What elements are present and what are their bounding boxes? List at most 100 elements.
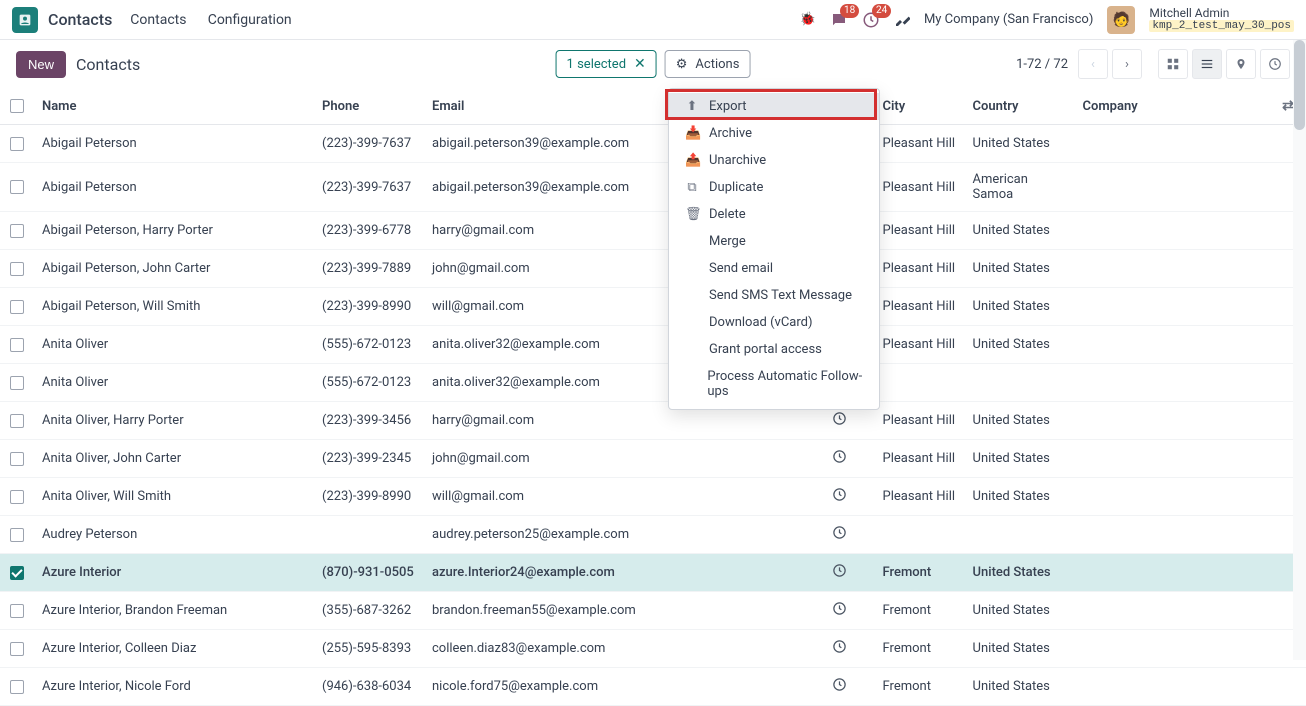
clock-icon[interactable]	[832, 526, 847, 544]
cell-city[interactable]: Pleasant Hill	[875, 478, 965, 516]
table-row[interactable]: Anita Oliver(555)-672-0123anita.oliver32…	[0, 364, 1306, 402]
row-checkbox[interactable]	[10, 137, 24, 151]
cell-name[interactable]: Azure Interior, Nicole Ford	[34, 668, 314, 706]
cell-name[interactable]: Abigail Peterson, Will Smith	[34, 288, 314, 326]
table-row[interactable]: Abigail Peterson(223)-399-7637abigail.pe…	[0, 125, 1306, 163]
table-row[interactable]: Azure Interior, Nicole Ford(946)-638-603…	[0, 668, 1306, 706]
cell-phone[interactable]: (355)-687-3262	[314, 592, 424, 630]
cell-country[interactable]: United States	[965, 402, 1075, 440]
cell-city[interactable]: Pleasant Hill	[875, 440, 965, 478]
table-row[interactable]: Anita Oliver(555)-672-0123anita.oliver32…	[0, 326, 1306, 364]
row-checkbox[interactable]	[10, 414, 24, 428]
table-row[interactable]: Abigail Peterson, Will Smith(223)-399-89…	[0, 288, 1306, 326]
activities-icon[interactable]: 24	[862, 11, 880, 29]
cell-country[interactable]: United States	[965, 478, 1075, 516]
row-checkbox[interactable]	[10, 224, 24, 238]
cell-phone[interactable]: (223)-399-6778	[314, 212, 424, 250]
cell-phone[interactable]: (555)-672-0123	[314, 364, 424, 402]
table-row[interactable]: Abigail Peterson(223)-399-7637abigail.pe…	[0, 163, 1306, 212]
cell-city[interactable]: Pleasant Hill	[875, 125, 965, 163]
cell-phone[interactable]: (223)-399-8990	[314, 288, 424, 326]
cell-city[interactable]	[875, 364, 965, 402]
bug-icon[interactable]: 🐞	[800, 12, 816, 27]
action-duplicate[interactable]: ⧉Duplicate	[669, 174, 879, 201]
cell-phone[interactable]: (555)-672-0123	[314, 326, 424, 364]
action-archive[interactable]: 📥Archive	[669, 120, 879, 147]
cell-phone[interactable]: (946)-638-6034	[314, 668, 424, 706]
clock-icon[interactable]	[832, 412, 847, 430]
clock-icon[interactable]	[832, 602, 847, 620]
cell-company[interactable]	[1075, 440, 1270, 478]
cell-city[interactable]: Pleasant Hill	[875, 163, 965, 212]
tools-icon[interactable]	[894, 12, 910, 28]
cell-company[interactable]	[1075, 288, 1270, 326]
nav-configuration[interactable]: Configuration	[208, 12, 292, 28]
cell-email[interactable]: colleen.diaz83@example.com	[424, 630, 804, 668]
cell-company[interactable]	[1075, 402, 1270, 440]
action-send-email[interactable]: Send email	[669, 255, 879, 282]
app-icon[interactable]	[12, 7, 38, 33]
conversations-icon[interactable]: 18	[830, 11, 848, 29]
table-row[interactable]: Anita Oliver, Harry Porter(223)-399-3456…	[0, 402, 1306, 440]
action-merge[interactable]: Merge	[669, 228, 879, 255]
cell-name[interactable]: Azure Interior, Colleen Diaz	[34, 630, 314, 668]
cell-country[interactable]: United States	[965, 630, 1075, 668]
row-checkbox[interactable]	[10, 566, 24, 580]
cell-company[interactable]	[1075, 364, 1270, 402]
scrollbar-track[interactable]	[1293, 40, 1306, 660]
cell-country[interactable]: United States	[965, 440, 1075, 478]
action-unarchive[interactable]: 📤Unarchive	[669, 147, 879, 174]
cell-company[interactable]	[1075, 478, 1270, 516]
action-send-sms-text-message[interactable]: Send SMS Text Message	[669, 282, 879, 309]
cell-name[interactable]: Abigail Peterson	[34, 125, 314, 163]
cell-country[interactable]	[965, 516, 1075, 554]
cell-phone[interactable]: (255)-595-8393	[314, 630, 424, 668]
row-checkbox[interactable]	[10, 338, 24, 352]
cell-name[interactable]: Abigail Peterson	[34, 163, 314, 212]
cell-company[interactable]	[1075, 326, 1270, 364]
row-checkbox[interactable]	[10, 452, 24, 466]
cell-phone[interactable]: (223)-399-3456	[314, 402, 424, 440]
cell-email[interactable]: brandon.freeman55@example.com	[424, 592, 804, 630]
cell-city[interactable]: Pleasant Hill	[875, 250, 965, 288]
action-grant-portal-access[interactable]: Grant portal access	[669, 336, 879, 363]
row-checkbox[interactable]	[10, 490, 24, 504]
breadcrumb[interactable]: Contacts	[76, 55, 140, 74]
cell-phone[interactable]: (223)-399-8990	[314, 478, 424, 516]
cell-company[interactable]	[1075, 125, 1270, 163]
table-row[interactable]: Azure Interior, Colleen Diaz(255)-595-83…	[0, 630, 1306, 668]
cell-phone[interactable]	[314, 516, 424, 554]
row-checkbox[interactable]	[10, 300, 24, 314]
scrollbar-thumb[interactable]	[1294, 40, 1305, 130]
cell-city[interactable]: Fremont	[875, 668, 965, 706]
table-row[interactable]: Azure Interior, Brandon Freeman(355)-687…	[0, 592, 1306, 630]
clock-icon[interactable]	[832, 564, 847, 582]
cell-name[interactable]: Anita Oliver, John Carter	[34, 440, 314, 478]
clock-icon[interactable]	[832, 488, 847, 506]
cell-city[interactable]: Pleasant Hill	[875, 212, 965, 250]
cell-phone[interactable]: (870)-931-0505	[314, 554, 424, 592]
select-all-checkbox[interactable]	[10, 99, 24, 113]
cell-company[interactable]	[1075, 554, 1270, 592]
cell-city[interactable]: Pleasant Hill	[875, 288, 965, 326]
action-delete[interactable]: 🗑Delete	[669, 201, 879, 228]
actions-button[interactable]: ⚙ Actions	[665, 50, 751, 78]
action-process-automatic-follow-ups[interactable]: Process Automatic Follow-ups	[669, 363, 879, 405]
new-button[interactable]: New	[16, 51, 66, 78]
row-checkbox[interactable]	[10, 262, 24, 276]
cell-country[interactable]: United States	[965, 554, 1075, 592]
clear-selection-icon[interactable]: ✕	[634, 56, 646, 72]
cell-country[interactable]: American Samoa	[965, 163, 1075, 212]
cell-name[interactable]: Abigail Peterson, John Carter	[34, 250, 314, 288]
cell-name[interactable]: Azure Interior, Brandon Freeman	[34, 592, 314, 630]
cell-country[interactable]: United States	[965, 125, 1075, 163]
col-phone[interactable]: Phone	[314, 88, 424, 125]
cell-email[interactable]: azure.Interior24@example.com	[424, 554, 804, 592]
cell-company[interactable]	[1075, 668, 1270, 706]
view-map[interactable]	[1226, 49, 1256, 79]
row-checkbox[interactable]	[10, 604, 24, 618]
nav-contacts[interactable]: Contacts	[130, 12, 186, 28]
action-download-vcard-[interactable]: Download (vCard)	[669, 309, 879, 336]
action-export[interactable]: ⬆Export	[669, 93, 879, 120]
col-city[interactable]: City	[875, 88, 965, 125]
